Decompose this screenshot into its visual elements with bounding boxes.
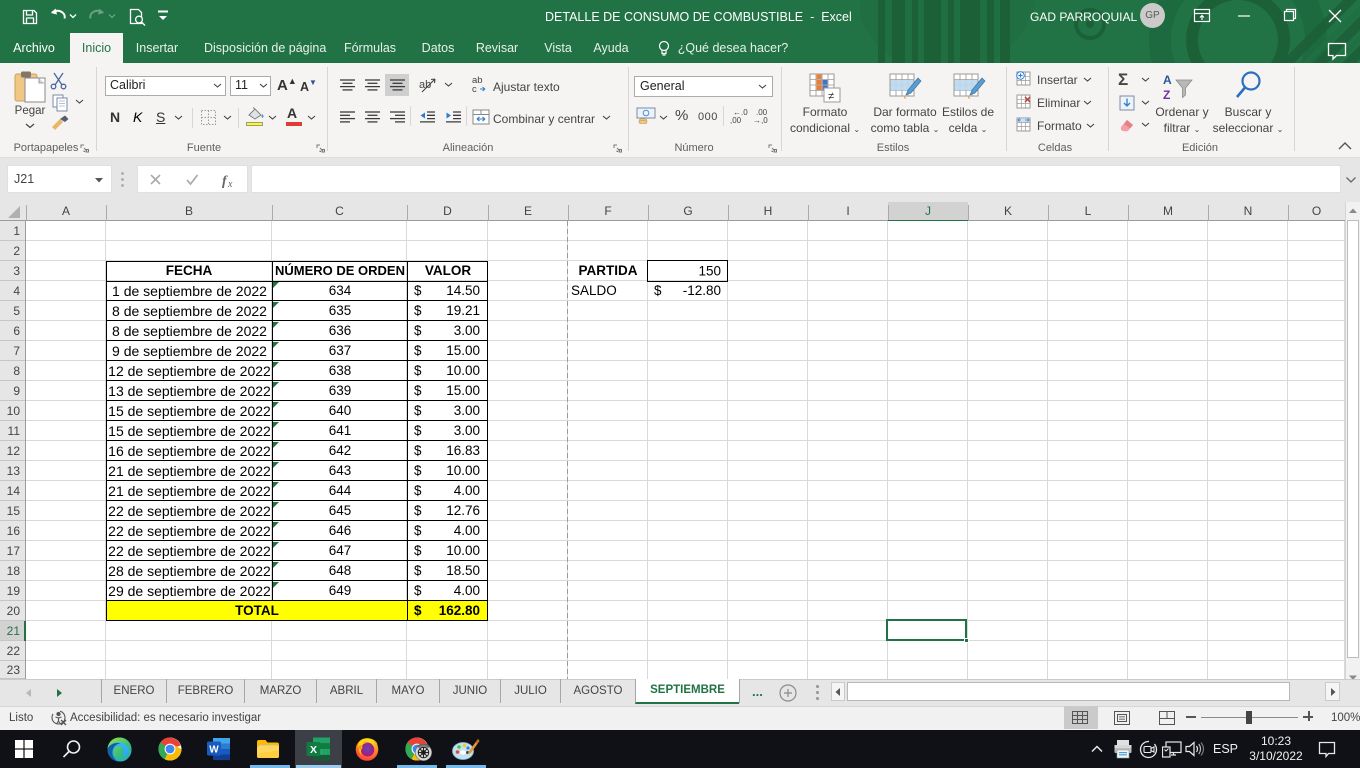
svg-text:,00: ,00	[730, 116, 742, 125]
svg-text:c: c	[472, 84, 477, 94]
svg-text:X: X	[310, 744, 317, 756]
svg-text:W: W	[209, 745, 219, 756]
svg-text:→,0: →,0	[753, 116, 768, 125]
svg-text:Z: Z	[1163, 88, 1170, 102]
svg-text:≠: ≠	[828, 91, 834, 103]
svg-text:A: A	[1163, 73, 1172, 87]
svg-text:x: x	[227, 179, 233, 189]
